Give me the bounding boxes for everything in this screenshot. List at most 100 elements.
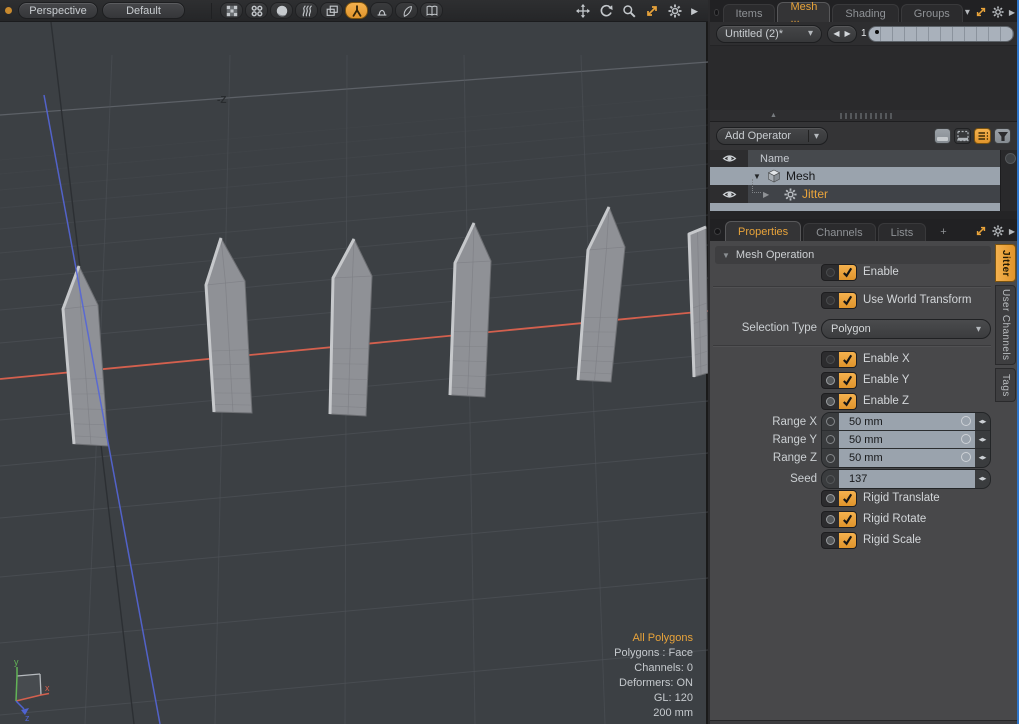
wireframe-dots-button[interactable] xyxy=(245,2,268,19)
splitter-collapse-arrow-icon[interactable]: ▲ xyxy=(770,112,777,119)
range-y-mini-circle-icon[interactable] xyxy=(961,434,971,444)
fence-post-5[interactable] xyxy=(578,207,625,382)
tab-groups[interactable]: Groups xyxy=(901,4,963,22)
tab-shading[interactable]: Shading xyxy=(832,4,898,22)
jitter-expand-arrow-icon[interactable]: ▶ xyxy=(763,190,769,199)
use-world-transform-checkbox[interactable] xyxy=(821,292,857,309)
mesh-operation-section-header[interactable]: ▼ Mesh Operation xyxy=(715,246,991,264)
enable-x-row: Enable X xyxy=(710,350,990,368)
scene-dropdown[interactable]: Untitled (2)* ▾ xyxy=(716,25,822,43)
selection-type-value: Polygon xyxy=(831,323,871,335)
fence-post-6[interactable] xyxy=(689,227,708,377)
maximize-panel-icon[interactable] xyxy=(975,6,987,18)
tab-properties[interactable]: Properties xyxy=(725,221,801,241)
prev-scene-button[interactable]: ◀ xyxy=(833,29,839,38)
props-corner-dot[interactable] xyxy=(714,228,721,235)
enable-y-checkbox[interactable] xyxy=(821,372,857,389)
scene-tab-marker-dot xyxy=(875,30,879,34)
tab-add[interactable]: + xyxy=(928,223,958,241)
pan-icon[interactable] xyxy=(576,4,590,18)
actor-mode-button-active[interactable] xyxy=(345,2,368,19)
range-z-input[interactable]: 50 mm xyxy=(839,449,975,467)
tab-mesh[interactable]: Mesh ... xyxy=(777,2,830,22)
side-tab-jitter-active[interactable]: Jitter xyxy=(995,244,1016,282)
range-y-stepper[interactable]: ◀▶ xyxy=(975,431,990,448)
rotate-view-icon[interactable] xyxy=(599,4,613,18)
panel-splitter[interactable]: ▲ xyxy=(710,110,1019,122)
viewport-flyout-arrow-icon[interactable]: ▶ xyxy=(691,6,698,17)
props-flyout-arrow-icon[interactable]: ▶ xyxy=(1009,227,1015,236)
schematic-empty-area[interactable] xyxy=(710,46,1019,110)
seed-channel-toggle[interactable] xyxy=(822,470,839,488)
solo-view-button[interactable] xyxy=(934,128,951,144)
fence-post-1[interactable] xyxy=(63,266,108,446)
checkmark-icon xyxy=(841,353,854,366)
range-x-mini-circle-icon[interactable] xyxy=(961,416,971,426)
panel-corner-dot[interactable] xyxy=(714,9,719,16)
add-operator-button[interactable]: Add Operator ▾ xyxy=(716,127,828,145)
range-x-stepper[interactable]: ◀▶ xyxy=(975,413,990,430)
view-mode-dropdown[interactable]: Perspective xyxy=(18,2,98,19)
viewport-options-gear-icon[interactable] xyxy=(668,4,682,18)
panel-options-gear-icon[interactable] xyxy=(992,6,1004,18)
enable-checkbox[interactable] xyxy=(821,264,857,281)
fence-post-3[interactable] xyxy=(330,239,372,416)
range-z-stepper[interactable]: ◀▶ xyxy=(975,449,990,467)
negative-z-axis-label: -Z xyxy=(217,95,226,106)
tab-items[interactable]: Items xyxy=(723,4,776,22)
tab-lists[interactable]: Lists xyxy=(878,223,927,241)
maximize-props-icon[interactable] xyxy=(975,225,987,237)
fence-post-4[interactable] xyxy=(450,223,491,397)
shading-mode-dropdown[interactable]: Default xyxy=(102,2,185,19)
maximize-viewport-icon[interactable] xyxy=(645,4,659,18)
viewport[interactable]: Perspective Default ▶ -Z xyxy=(0,0,708,724)
filter-button[interactable] xyxy=(994,128,1011,144)
props-options-gear-icon[interactable] xyxy=(992,225,1004,237)
gizmo-y-axis xyxy=(16,676,17,701)
tab-channels[interactable]: Channels xyxy=(803,223,875,241)
viewport-corner-dot[interactable] xyxy=(5,7,12,14)
checkerboard-toggle-button[interactable] xyxy=(220,2,243,19)
overlay-rects-button[interactable] xyxy=(320,2,343,19)
range-z-channel-toggle[interactable] xyxy=(822,449,839,467)
list-item-jitter-selected[interactable]: ▶ Jitter xyxy=(710,185,1000,203)
jitter-visibility-eye-icon[interactable] xyxy=(722,187,737,202)
enable-z-checkbox[interactable] xyxy=(821,393,857,410)
panel-flyout-arrow-icon[interactable]: ▶ xyxy=(1009,8,1015,17)
reference-view-button[interactable] xyxy=(420,2,443,19)
rigid-rotate-checkbox[interactable] xyxy=(821,511,857,528)
deformer-view-button[interactable] xyxy=(370,2,393,19)
next-scene-button[interactable]: ▶ xyxy=(845,29,851,38)
range-y-channel-toggle[interactable] xyxy=(822,431,839,448)
scene-tab-strip[interactable] xyxy=(868,26,1014,42)
side-tab-user-channels[interactable]: User Channels xyxy=(995,285,1016,365)
seed-input[interactable]: 137 xyxy=(839,470,975,488)
list-view-button-active[interactable] xyxy=(974,128,991,144)
range-x-input[interactable]: 50 mm xyxy=(839,413,975,430)
panel-bottom-strip[interactable] xyxy=(710,720,1019,724)
enable-x-checkbox[interactable] xyxy=(821,351,857,368)
name-column-header[interactable]: Name xyxy=(760,153,789,165)
gizmo-z-axis xyxy=(16,701,24,709)
seed-stepper[interactable]: ◀▶ xyxy=(975,470,990,488)
mirror-view-button[interactable] xyxy=(395,2,418,19)
splitter-grip[interactable] xyxy=(840,113,892,119)
mesh-item-cube-icon xyxy=(767,169,781,183)
range-x-channel-toggle[interactable] xyxy=(822,413,839,430)
ghost-view-button[interactable] xyxy=(954,128,971,144)
visibility-column-eye-icon[interactable] xyxy=(722,151,737,166)
side-tab-tags[interactable]: Tags xyxy=(995,368,1016,402)
range-y-input[interactable]: 50 mm xyxy=(839,431,975,448)
fence-post-2[interactable] xyxy=(206,238,252,413)
zoom-icon[interactable] xyxy=(622,4,636,18)
viewport-toolbar: Perspective Default ▶ xyxy=(0,0,708,22)
rigid-scale-checkbox[interactable] xyxy=(821,532,857,549)
hair-guides-button[interactable] xyxy=(295,2,318,19)
rigid-translate-checkbox[interactable] xyxy=(821,490,857,507)
shaded-sphere-button[interactable] xyxy=(270,2,293,19)
selection-type-dropdown[interactable]: Polygon ▾ xyxy=(821,319,991,339)
viewport-canvas[interactable] xyxy=(0,0,708,724)
tab-overflow-chevron-icon[interactable]: ▾ xyxy=(965,7,970,18)
list-scroll-thumb[interactable] xyxy=(1005,153,1016,164)
range-z-mini-circle-icon[interactable] xyxy=(961,452,971,462)
